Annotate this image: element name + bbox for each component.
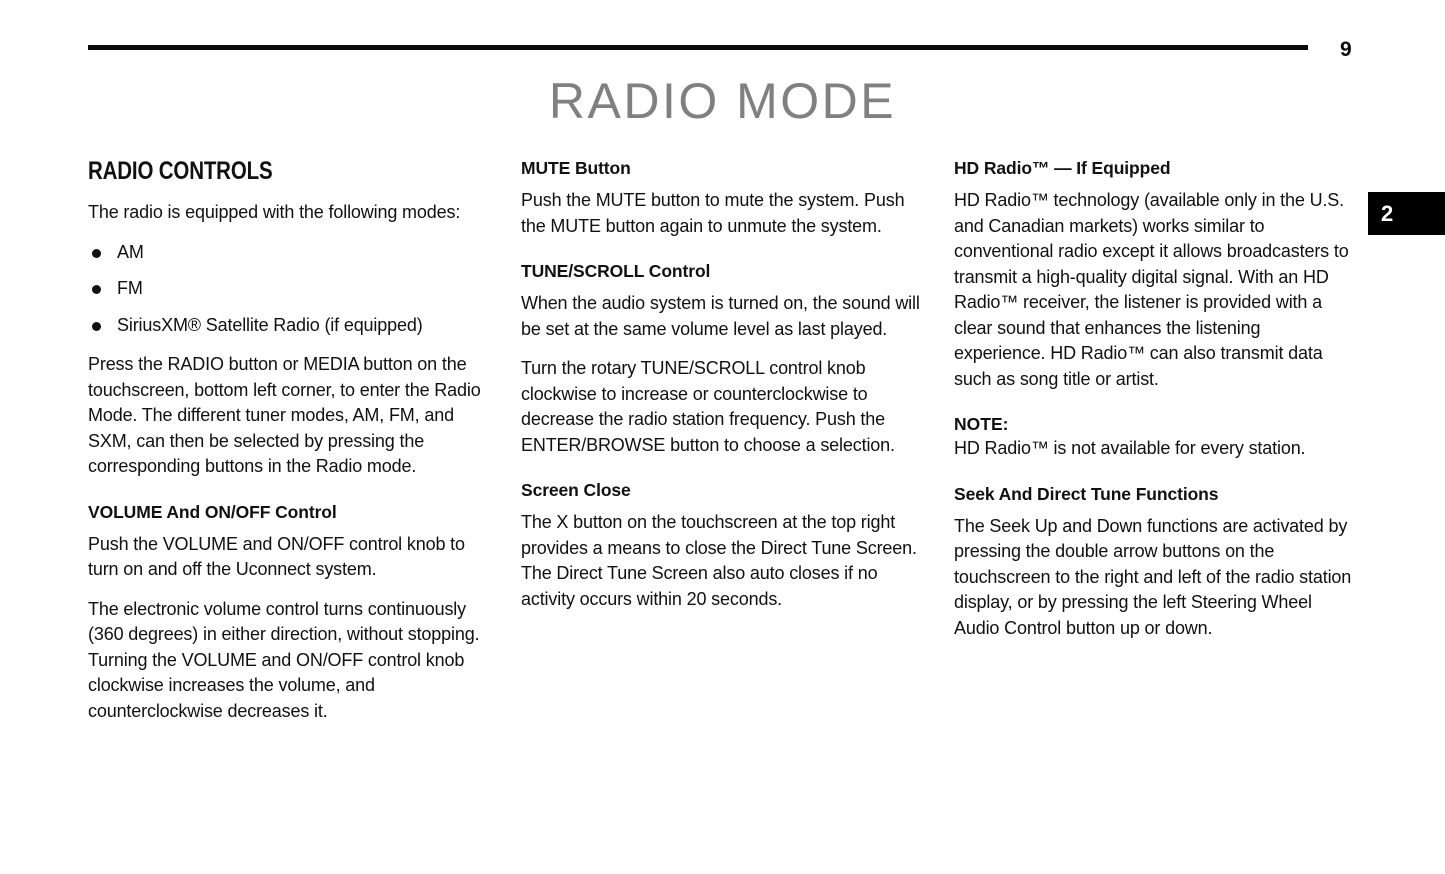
note-heading: NOTE: xyxy=(954,414,1009,434)
bullet-icon xyxy=(92,321,101,331)
header-rule xyxy=(88,45,1308,50)
column-three: HD Radio™ — If Equipped HD Radio™ techno… xyxy=(954,158,1356,641)
list-item-label: SiriusXM® Satellite Radio (if equipped) xyxy=(117,314,423,335)
list-item: FM xyxy=(88,276,488,302)
list-item-label: FM xyxy=(117,278,143,299)
subheading-hd-radio-if-equipped: HD Radio™ — If Equipped xyxy=(954,158,1171,178)
paragraph-tune-volume-level: When the audio system is turned on, the … xyxy=(521,293,920,339)
paragraph-volume-push: Push the VOLUME and ON/OFF control knob … xyxy=(88,533,465,580)
section-title-radio-controls: RADIO CONTROLS xyxy=(88,157,273,185)
paragraph-enter-radio-mode: Press the RADIO button or MEDIA button o… xyxy=(88,354,481,477)
subheading-mute-button: MUTE Button xyxy=(521,158,631,178)
page-title: RADIO MODE xyxy=(548,73,897,129)
paragraph-seek-functions: The Seek Up and Down functions are activ… xyxy=(954,515,1352,638)
subheading-volume-onoff-control: VOLUME And ON/OFF Control xyxy=(88,501,337,522)
subheading-screen-close: Screen Close xyxy=(521,480,631,500)
subheading-seek-direct-tune-functions: Seek And Direct Tune Functions xyxy=(954,483,1219,504)
paragraph-screen-close: The X button on the touchscreen at the t… xyxy=(521,512,917,609)
bullet-icon xyxy=(92,248,101,258)
paragraph-mute: Push the MUTE button to mute the system.… xyxy=(521,190,905,236)
list-item: AM xyxy=(88,240,488,266)
subheading-tune-scroll-control: TUNE/SCROLL Control xyxy=(521,261,711,281)
page-number: 9 xyxy=(1340,38,1352,61)
column-one: RADIO CONTROLS The radio is equipped wit… xyxy=(88,158,488,724)
paragraph-tune-rotary: Turn the rotary TUNE/SCROLL control knob… xyxy=(521,358,895,455)
manual-page: 9 RADIO MODE 2 RADIO CONTROLS The radio … xyxy=(0,0,1445,874)
chapter-tab-number: 2 xyxy=(1381,200,1394,226)
list-item-label: AM xyxy=(117,241,144,262)
chapter-tab: 2 xyxy=(1368,192,1445,235)
paragraph-volume-rotation: The electronic volume control turns cont… xyxy=(88,598,480,721)
list-item: SiriusXM® Satellite Radio (if equipped) xyxy=(88,313,488,339)
column-two: MUTE Button Push the MUTE button to mute… xyxy=(521,158,921,612)
paragraph-hd-radio-technology: HD Radio™ technology (available only in … xyxy=(954,190,1349,389)
note-text: HD Radio™ is not available for every sta… xyxy=(954,438,1306,458)
radio-modes-list: AM FM SiriusXM® Satellite Radio (if equi… xyxy=(88,240,488,339)
paragraph-modes-intro: The radio is equipped with the following… xyxy=(88,202,461,223)
bullet-icon xyxy=(92,285,101,295)
